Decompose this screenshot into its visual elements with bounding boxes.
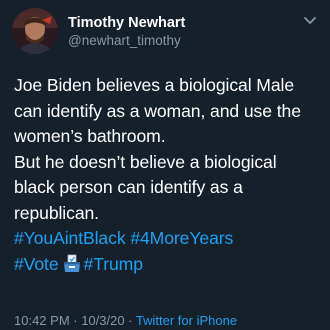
- tweet-meta: 10:42 PM · 10/3/20 · Twitter for iPhone: [14, 313, 237, 328]
- hashtag-link[interactable]: #Trump: [84, 254, 143, 274]
- user-handle[interactable]: @newhart_timothy: [68, 32, 288, 50]
- avatar-image: [12, 8, 58, 54]
- tweet-text: Joe Biden believes a biological Male can…: [14, 73, 324, 277]
- ballot-box-icon: [62, 253, 82, 273]
- tweet-line: women’s bathroom.: [14, 126, 166, 146]
- hashtag-link[interactable]: #YouAintBlack: [14, 228, 126, 248]
- hashtag-link[interactable]: #4MoreYears: [130, 228, 233, 248]
- hashtag-line: #Vote #Trump: [14, 252, 324, 278]
- hashtag-line: #YouAintBlack #4MoreYears: [14, 226, 324, 252]
- chevron-down-icon[interactable]: [302, 12, 318, 28]
- tweet-line: But he doesn’t believe a biological: [14, 151, 277, 172]
- avatar[interactable]: [12, 8, 58, 54]
- hashtag-link[interactable]: #Vote: [14, 254, 59, 274]
- tweet-source-link[interactable]: Twitter for iPhone: [136, 313, 237, 328]
- user-name-block[interactable]: Timothy Newhart @newhart_timothy: [68, 14, 288, 50]
- tweet-line: can identify as a woman, and use the: [14, 100, 301, 121]
- tweet-line: republican.: [14, 202, 99, 223]
- tweet-timestamp[interactable]: 10:42 PM · 10/3/20 ·: [14, 313, 136, 328]
- display-name[interactable]: Timothy Newhart: [68, 14, 288, 32]
- tweet-card: Timothy Newhart @newhart_timothy Joe Bid…: [0, 0, 330, 330]
- tweet-line: black person can identify as a: [14, 177, 243, 197]
- tweet-line: Joe Biden believes a biological Male: [14, 75, 295, 95]
- tweet-header: Timothy Newhart @newhart_timothy: [12, 8, 318, 56]
